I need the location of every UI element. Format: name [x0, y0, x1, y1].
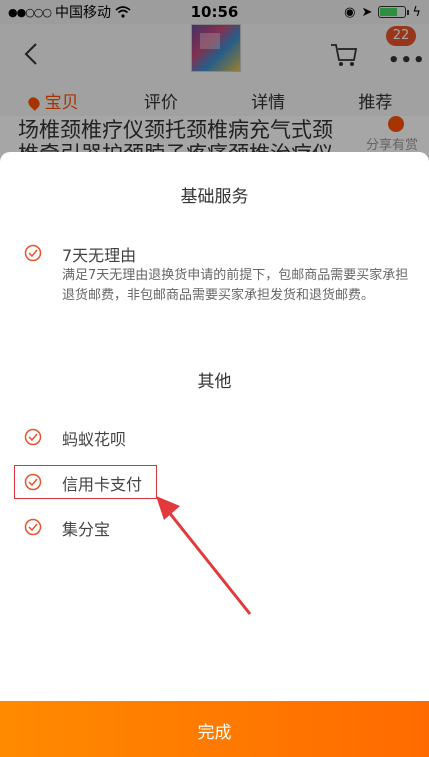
- check-circle-icon: [24, 518, 42, 536]
- baidu-jingyan-watermark: Bai 经验 jingyan.baidu.com: [310, 556, 414, 598]
- section-title-basic: 基础服务: [180, 187, 249, 207]
- annotation-arrow: [156, 496, 252, 615]
- other-item-huabei: 蚂蚁花呗: [62, 430, 127, 449]
- done-label: 完成: [197, 723, 232, 743]
- section-title-other: 其他: [197, 372, 232, 392]
- highlight-box: [14, 465, 157, 499]
- paw-icon: [346, 567, 361, 582]
- watermark-brand-left: Bai: [310, 560, 346, 584]
- service-sheet: 基础服务 7天无理由 满足7天无理由退换货申请的前提下，包邮商品需要买家承担退货…: [0, 152, 429, 757]
- service-desc-7day: 满足7天无理由退换货申请的前提下，包邮商品需要买家承担退货邮费，非包邮商品需要买…: [62, 268, 409, 303]
- watermark-url: jingyan.baidu.com: [312, 585, 414, 598]
- service-label-7day: 7天无理由: [62, 246, 137, 265]
- done-button[interactable]: 完成: [0, 701, 429, 757]
- watermark-brand-right: 经验: [361, 560, 402, 584]
- check-circle-icon: [24, 244, 42, 262]
- other-item-jifenbao: 集分宝: [62, 520, 111, 539]
- check-circle-icon: [24, 428, 42, 446]
